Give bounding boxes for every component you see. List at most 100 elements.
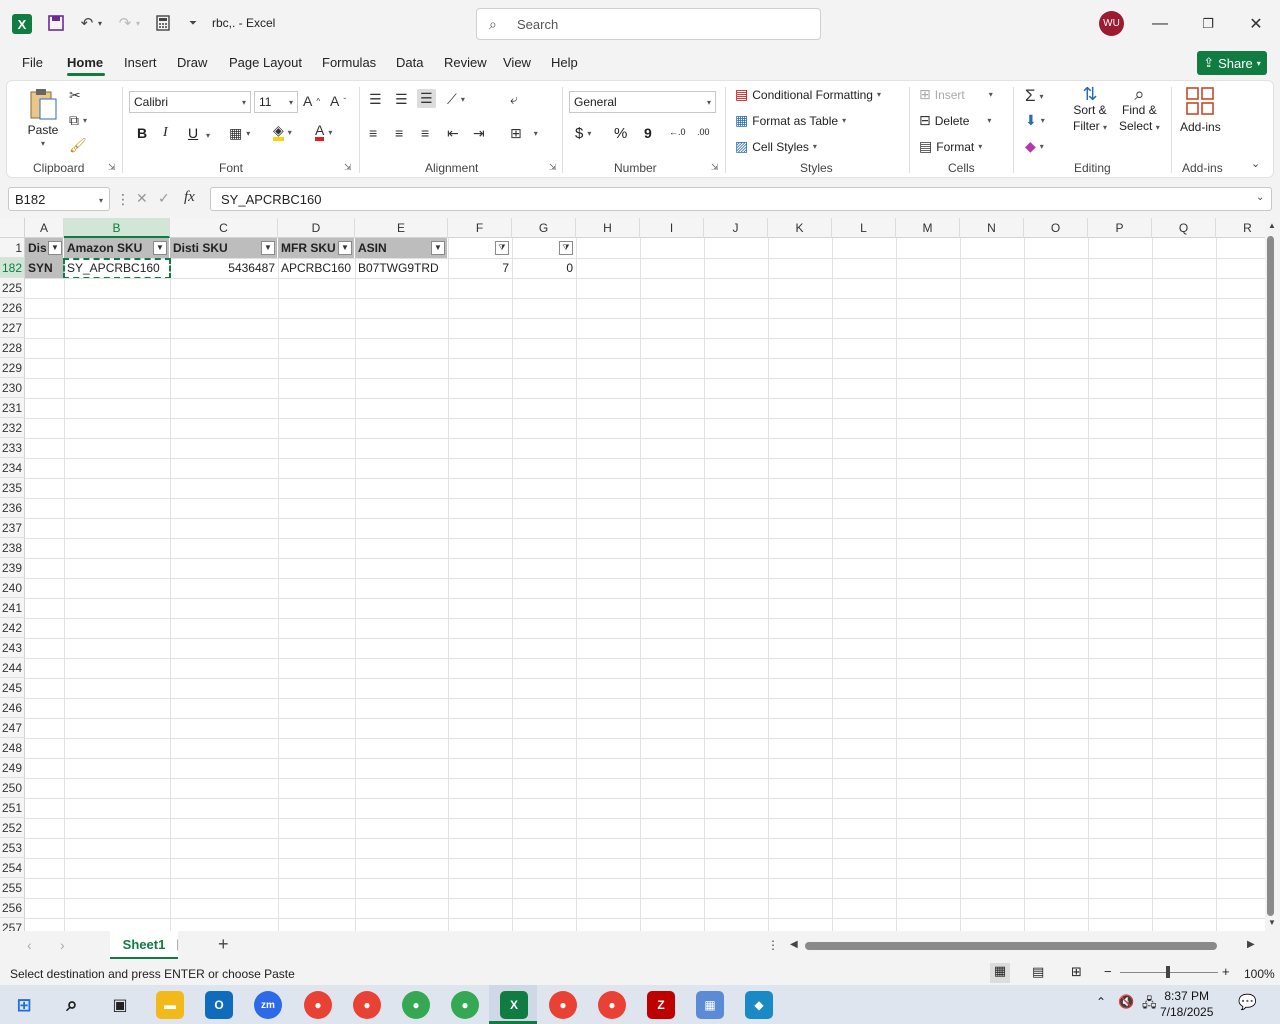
increase-font-icon[interactable]: A ^ bbox=[303, 93, 320, 109]
row-header[interactable]: 239 bbox=[0, 558, 25, 578]
table-cell[interactable]: B07TWG9TRD bbox=[355, 258, 448, 278]
column-header[interactable]: K bbox=[768, 218, 832, 238]
chrome-icon[interactable]: ● bbox=[549, 991, 577, 1019]
column-header[interactable]: G bbox=[512, 218, 576, 238]
row-header[interactable]: 255 bbox=[0, 878, 25, 898]
cell-styles-button[interactable]: ▨ Cell Styles ▾ bbox=[735, 138, 817, 155]
number-launcher-icon[interactable]: ⇲ bbox=[711, 162, 719, 173]
fill-icon[interactable]: ⬇ ▾ bbox=[1025, 112, 1045, 129]
scroll-down-icon[interactable]: ▼ bbox=[1268, 918, 1276, 927]
currency-button[interactable]: $ ▾ bbox=[575, 125, 591, 142]
filter-dropdown-icon[interactable]: ▼ bbox=[261, 241, 275, 255]
close-icon[interactable]: ✕ bbox=[1244, 12, 1268, 36]
decrease-decimal-icon[interactable]: .00 bbox=[697, 127, 710, 137]
row-header[interactable]: 233 bbox=[0, 438, 25, 458]
row-header[interactable]: 236 bbox=[0, 498, 25, 518]
font-color-icon[interactable]: A ▾ bbox=[315, 123, 332, 141]
merge-center-icon[interactable]: ⊞ ▾ bbox=[510, 125, 538, 142]
filter-dropdown-icon[interactable]: ▼ bbox=[153, 241, 167, 255]
collapse-ribbon-icon[interactable]: ⌄ bbox=[1251, 157, 1260, 170]
row-header[interactable]: 225 bbox=[0, 278, 25, 298]
search-input[interactable]: ⌕ Search bbox=[476, 8, 821, 40]
show-hidden-icons-icon[interactable]: ⌃ bbox=[1096, 995, 1106, 1009]
column-header[interactable]: C bbox=[170, 218, 278, 238]
chrome-icon[interactable]: ● bbox=[402, 991, 430, 1019]
tab-page-layout[interactable]: Page Layout bbox=[229, 55, 302, 70]
find-select-button[interactable]: ⌕ Find & Select ▾ bbox=[1119, 85, 1160, 136]
row-header[interactable]: 249 bbox=[0, 758, 25, 778]
format-as-table-button[interactable]: ▦ Format as Table ▾ bbox=[735, 112, 846, 129]
paste-button[interactable]: Paste ▾ bbox=[27, 87, 59, 148]
row-header[interactable]: 240 bbox=[0, 578, 25, 598]
column-header[interactable]: M bbox=[896, 218, 960, 238]
row-header[interactable]: 248 bbox=[0, 738, 25, 758]
calculator-icon[interactable] bbox=[152, 12, 174, 34]
row-header[interactable]: 243 bbox=[0, 638, 25, 658]
insert-function-icon[interactable]: fx bbox=[184, 189, 195, 206]
cancel-icon[interactable]: ✕ bbox=[136, 190, 148, 207]
column-header[interactable]: E bbox=[355, 218, 448, 238]
alignment-launcher-icon[interactable]: ⇲ bbox=[549, 162, 557, 173]
number-format-select[interactable]: General ▾ bbox=[569, 91, 716, 113]
chrome-icon[interactable]: ● bbox=[353, 991, 381, 1019]
row-header[interactable]: 230 bbox=[0, 378, 25, 398]
zoom-app-icon[interactable]: zm bbox=[254, 991, 282, 1019]
tab-view[interactable]: View bbox=[503, 55, 531, 70]
column-header[interactable]: D bbox=[278, 218, 355, 238]
row-header[interactable]: 232 bbox=[0, 418, 25, 438]
row-header[interactable]: 1 bbox=[0, 238, 25, 258]
row-header[interactable]: 246 bbox=[0, 698, 25, 718]
normal-view-icon[interactable]: ▦ bbox=[990, 963, 1010, 983]
font-launcher-icon[interactable]: ⇲ bbox=[344, 162, 352, 173]
row-header[interactable]: 252 bbox=[0, 818, 25, 838]
tab-insert[interactable]: Insert bbox=[124, 55, 157, 70]
wrap-text-icon[interactable]: ⤶ bbox=[510, 91, 518, 108]
zoom-level[interactable]: 100% bbox=[1244, 967, 1275, 981]
row-header[interactable]: 228 bbox=[0, 338, 25, 358]
excel-taskbar-icon[interactable]: X bbox=[500, 991, 528, 1019]
expand-formula-bar-icon[interactable]: ⌄ bbox=[1256, 192, 1264, 203]
column-header[interactable]: B bbox=[64, 218, 170, 238]
save-icon[interactable] bbox=[45, 12, 67, 34]
tab-review[interactable]: Review bbox=[444, 55, 487, 70]
avatar[interactable]: WU bbox=[1099, 11, 1124, 36]
network-icon[interactable]: 🖧 bbox=[1142, 994, 1157, 1016]
row-header[interactable]: 234 bbox=[0, 458, 25, 478]
zoom-slider-thumb[interactable] bbox=[1166, 966, 1170, 978]
copy-icon[interactable]: ⧉ ▾ bbox=[69, 112, 87, 129]
row-header[interactable]: 251 bbox=[0, 798, 25, 818]
select-all-corner[interactable] bbox=[0, 218, 25, 238]
scroll-up-icon[interactable]: ▲ bbox=[1268, 221, 1276, 230]
taskbar-clock[interactable]: 8:37 PM 7/18/2025 bbox=[1160, 988, 1213, 1020]
column-header[interactable]: N bbox=[960, 218, 1024, 238]
vertical-scrollbar[interactable]: ▲ ▼ bbox=[1265, 218, 1280, 931]
borders-icon[interactable]: ▦ ▾ bbox=[229, 125, 250, 142]
chrome-icon[interactable]: ● bbox=[451, 991, 479, 1019]
comma-button[interactable]: 9 bbox=[644, 125, 652, 141]
decrease-font-icon[interactable]: Aˇ bbox=[330, 93, 346, 109]
row-header[interactable]: 242 bbox=[0, 618, 25, 638]
page-layout-view-icon[interactable]: ▤ bbox=[1032, 964, 1044, 980]
conditional-formatting-button[interactable]: ▤ Conditional Formatting ▾ bbox=[735, 86, 881, 103]
row-header[interactable]: 241 bbox=[0, 598, 25, 618]
row-header[interactable]: 229 bbox=[0, 358, 25, 378]
column-header[interactable]: J bbox=[704, 218, 768, 238]
align-center-icon[interactable]: ≡ bbox=[395, 125, 403, 141]
align-top-icon[interactable]: ☰ bbox=[369, 91, 382, 108]
row-header[interactable]: 245 bbox=[0, 678, 25, 698]
scroll-left-icon[interactable]: ◀ bbox=[790, 939, 798, 950]
font-name-select[interactable]: Calibri ▾ bbox=[129, 91, 251, 113]
more-options-icon[interactable]: ⋮ bbox=[767, 938, 779, 952]
add-sheet-icon[interactable]: + bbox=[218, 934, 229, 955]
table-cell[interactable]: 5436487 bbox=[170, 258, 278, 278]
tab-formulas[interactable]: Formulas bbox=[322, 55, 376, 70]
next-sheet-icon[interactable]: › bbox=[60, 937, 65, 953]
prev-sheet-icon[interactable]: ‹ bbox=[27, 937, 32, 953]
redo-dropdown-icon[interactable]: ▾ bbox=[132, 12, 144, 34]
percent-button[interactable]: % bbox=[614, 125, 627, 142]
font-size-select[interactable]: 11 ▾ bbox=[254, 91, 298, 113]
calculator-icon[interactable]: ▦ bbox=[696, 991, 724, 1019]
name-box[interactable]: B182 ▾ bbox=[8, 187, 110, 211]
volume-muted-icon[interactable]: 🔇 bbox=[1118, 994, 1134, 1010]
scroll-right-icon[interactable]: ▶ bbox=[1247, 939, 1255, 950]
